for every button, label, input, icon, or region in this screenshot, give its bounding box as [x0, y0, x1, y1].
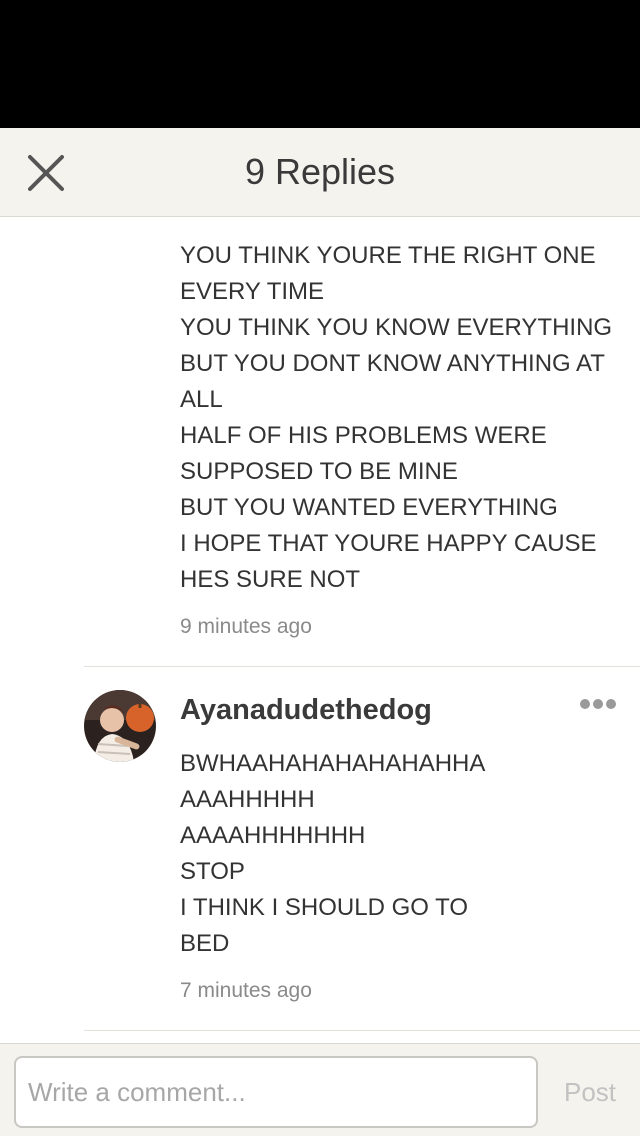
reply-line: YOU THINK YOURE THE RIGHT ONE [180, 242, 596, 269]
reply-line: HALF OF HIS PROBLEMS WERE [180, 422, 547, 449]
reply-line: BWHAAHAHAHAHAHAHHA [180, 750, 486, 777]
more-dot [606, 699, 616, 709]
reply-line: BED [180, 930, 230, 957]
reply-line: I HOPE THAT YOURE HAPPY CAUSE [180, 530, 597, 557]
reply-line: BUT YOU WANTED EVERYTHING [180, 494, 558, 521]
more-icon[interactable] [574, 694, 622, 714]
replies-header: 9 Replies [0, 128, 640, 217]
more-dot [580, 699, 590, 709]
avatar[interactable] [84, 690, 156, 762]
reply-line: EVERY TIME [180, 278, 325, 305]
reply-username[interactable]: Ayanadudethedog [180, 694, 432, 727]
reply-line: AAAAHHHHHHH [180, 822, 366, 849]
reply-line: STOP [180, 858, 245, 885]
reply-line: AAAHHHHH [180, 786, 315, 813]
post-button[interactable]: Post [540, 1056, 640, 1128]
reply-line: HES SURE NOT [180, 566, 361, 593]
reply-timestamp: 7 minutes ago [180, 979, 312, 1002]
reply-body: BWHAAHAHAHAHAHAHHA AAAHHHHH AAAAHHHHHHH … [180, 746, 620, 962]
reply-line: SUPPOSED TO BE MINE [180, 458, 458, 485]
comment-input[interactable] [14, 1056, 538, 1128]
reply-line: I THINK I SHOULD GO TO [180, 894, 469, 921]
reply-line: YOU THINK YOU KNOW EVERYTHING [180, 314, 613, 341]
reply-divider [84, 1030, 640, 1031]
reply-line: ALL [180, 386, 223, 413]
replies-thread[interactable]: YOU THINK YOURE THE RIGHT ONE EVERY TIME… [0, 217, 640, 1043]
page-title: 9 Replies [244, 151, 396, 192]
reply-line: BUT YOU DONT KNOW ANYTHING AT [180, 350, 605, 377]
more-dot [593, 699, 603, 709]
comment-composer: Post [0, 1043, 640, 1136]
status-bar [0, 0, 640, 128]
reply-body: YOU THINK YOURE THE RIGHT ONE EVERY TIME… [180, 238, 620, 598]
reply-divider [84, 666, 640, 667]
reply-timestamp: 9 minutes ago [180, 615, 312, 638]
